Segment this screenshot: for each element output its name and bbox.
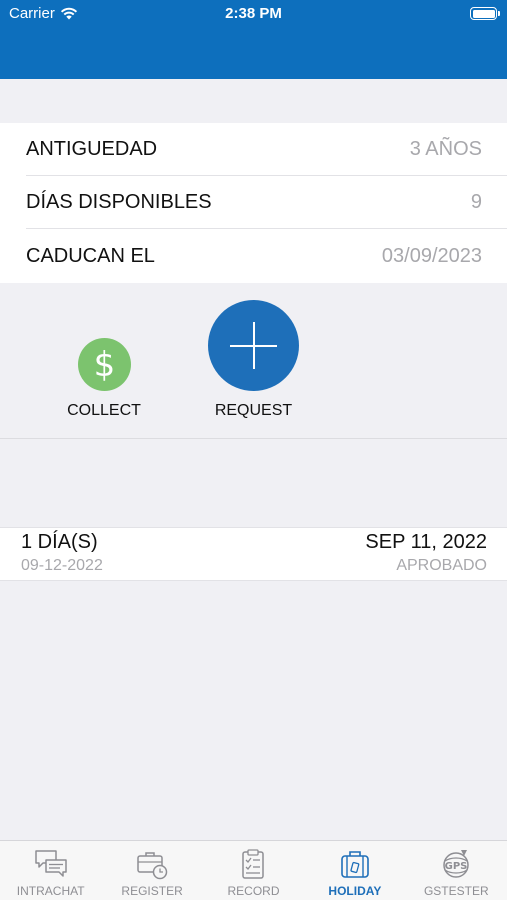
tab-record[interactable]: RECORD bbox=[203, 841, 304, 900]
tab-label: GSTESTER bbox=[423, 884, 489, 898]
holiday-request-row[interactable]: 1 DÍA(S) SEP 11, 2022 09-12-2022 APROBAD… bbox=[0, 527, 507, 581]
info-row-seniority: ANTIGUEDAD 3 AÑOS bbox=[26, 123, 507, 176]
dollar-icon: $ bbox=[93, 344, 116, 385]
clipboard-checklist-icon bbox=[242, 849, 265, 879]
tab-label: HOLIDAY bbox=[328, 884, 382, 898]
status-time: 2:38 PM bbox=[225, 5, 282, 22]
holiday-info-list: ANTIGUEDAD 3 AÑOS DÍAS DISPONIBLES 9 CAD… bbox=[0, 123, 507, 283]
battery-icon bbox=[470, 7, 500, 20]
tab-label: REGISTER bbox=[121, 884, 183, 898]
luggage-icon bbox=[341, 851, 369, 878]
info-row-expiry-date: CADUCAN EL 03/09/2023 bbox=[26, 229, 507, 283]
tab-gstester[interactable]: GPS GSTESTER bbox=[406, 841, 507, 900]
app-header: Carrier 2:38 PM bbox=[0, 0, 507, 79]
info-value: 3 AÑOS bbox=[409, 137, 482, 160]
tab-label: INTRACHAT bbox=[16, 884, 85, 898]
tab-intrachat[interactable]: INTRACHAT bbox=[0, 841, 101, 900]
info-label: ANTIGUEDAD bbox=[26, 137, 158, 160]
request-date: SEP 11, 2022 bbox=[365, 531, 487, 553]
info-value: 9 bbox=[470, 190, 482, 213]
collect-button[interactable]: $ bbox=[78, 338, 131, 391]
info-row-available-days: DÍAS DISPONIBLES 9 bbox=[26, 176, 507, 229]
request-label[interactable]: REQUEST bbox=[193, 402, 314, 420]
briefcase-clock-icon bbox=[137, 852, 168, 880]
tab-register[interactable]: REGISTER bbox=[101, 841, 202, 900]
info-value: 03/09/2023 bbox=[381, 244, 482, 267]
actions-area: $ COLLECT REQUEST bbox=[0, 283, 507, 439]
request-days: 1 DÍA(S) bbox=[21, 531, 98, 553]
info-label: DÍAS DISPONIBLES bbox=[26, 190, 212, 213]
gps-logo-icon: GPS bbox=[443, 850, 470, 878]
tab-label: RECORD bbox=[227, 884, 280, 898]
request-submitted-date: 09-12-2022 bbox=[21, 557, 103, 574]
info-label: CADUCAN EL bbox=[26, 244, 155, 267]
tab-bar: INTRACHAT REGISTER RECORD HOLIDAY GPS GS… bbox=[0, 840, 507, 900]
collect-label[interactable]: COLLECT bbox=[44, 402, 164, 420]
tab-holiday[interactable]: HOLIDAY bbox=[304, 841, 405, 900]
request-status: APROBADO bbox=[396, 557, 487, 574]
chat-icon bbox=[34, 850, 67, 877]
svg-text:GPS: GPS bbox=[445, 861, 468, 872]
request-button[interactable] bbox=[208, 300, 299, 391]
